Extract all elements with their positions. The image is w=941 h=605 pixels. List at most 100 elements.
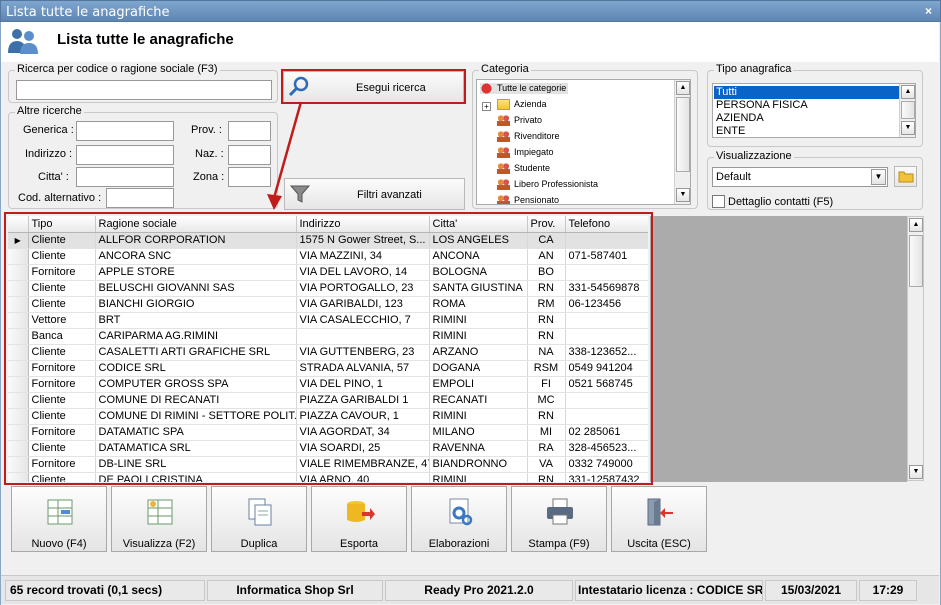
categoria-label: Categoria <box>479 63 531 75</box>
open-folder-button[interactable] <box>894 166 917 187</box>
new-record-icon <box>47 499 73 525</box>
folder-icon <box>898 171 914 183</box>
esporta-button[interactable]: Esporta <box>311 486 407 552</box>
tree-item-impiegato[interactable]: Impiegato <box>497 147 554 159</box>
scroll-thumb[interactable] <box>676 97 690 172</box>
page-header: Lista tutte le anagrafiche <box>1 22 939 62</box>
tree-item-pensionato[interactable]: Pensionato <box>497 195 560 205</box>
grid-empty-area <box>650 216 907 482</box>
naz-label: Naz. : <box>195 148 224 160</box>
people-icon <box>497 115 510 127</box>
uscita-button[interactable]: Uscita (ESC) <box>611 486 707 552</box>
scroll-up-icon[interactable]: ▲ <box>901 85 915 99</box>
nuovo-label: Nuovo (F4) <box>31 538 87 550</box>
uscita-label: Uscita (ESC) <box>627 538 691 550</box>
duplica-button[interactable]: Duplica <box>211 486 307 552</box>
scroll-down-icon[interactable]: ▼ <box>676 188 690 202</box>
elaborazioni-label: Elaborazioni <box>428 538 490 550</box>
tree-item-label: Impiegato <box>514 147 554 157</box>
people-icon <box>8 29 38 54</box>
list-item-persona-fisica[interactable]: PERSONA FISICA <box>716 99 808 111</box>
status-time: 17:29 <box>859 580 917 601</box>
visualizzazione-value: Default <box>716 171 751 183</box>
tipo-anagrafica-label: Tipo anagrafica <box>714 63 794 75</box>
citta-input[interactable] <box>76 167 174 187</box>
gears-icon <box>449 498 473 526</box>
status-company: Informatica Shop Srl <box>207 580 383 601</box>
scroll-thumb[interactable] <box>909 235 923 287</box>
window-title: Lista tutte le anagrafiche <box>6 5 170 20</box>
printer-icon <box>547 498 573 525</box>
page-title: Lista tutte le anagrafiche <box>57 31 234 48</box>
tree-item-rivenditore[interactable]: Rivenditore <box>497 131 560 143</box>
people-icon <box>497 147 510 159</box>
list-item-ente[interactable]: ENTE <box>716 125 745 137</box>
dettaglio-checkbox[interactable] <box>712 195 725 208</box>
categoria-tree[interactable]: Tutte le categorie + Azienda Privato Riv… <box>476 79 691 205</box>
search-input[interactable] <box>16 80 272 100</box>
close-icon[interactable]: × <box>925 4 932 18</box>
chevron-down-icon[interactable]: ▼ <box>871 169 886 185</box>
tree-item-label: Pensionato <box>514 195 560 205</box>
status-bar: 65 record trovati (0,1 secs) Informatica… <box>1 575 939 604</box>
grid-scrollbar[interactable]: ▲ ▼ <box>907 216 924 481</box>
tree-item-privato[interactable]: Privato <box>497 115 543 127</box>
elaborazioni-button[interactable]: Elaborazioni <box>411 486 507 552</box>
search-group-label: Ricerca per codice o ragione sociale (F3… <box>15 63 220 75</box>
categoria-scrollbar[interactable]: ▲ ▼ <box>674 80 690 204</box>
stampa-label: Stampa (F9) <box>528 538 590 550</box>
strawberry-icon <box>480 83 493 95</box>
visualizzazione-select[interactable]: Default ▼ <box>712 167 888 187</box>
visualizza-label: Visualizza (F2) <box>122 538 196 550</box>
status-license: Intestatario licenza : CODICE SRL <box>575 580 763 601</box>
search-button-highlight <box>281 69 466 104</box>
status-version: Ready Pro 2021.2.0 <box>385 580 573 601</box>
tree-item-label: Rivenditore <box>514 131 560 141</box>
scroll-thumb[interactable] <box>901 101 915 119</box>
citta-label: Citta' : <box>38 171 69 183</box>
generica-input[interactable] <box>76 121 174 141</box>
scroll-up-icon[interactable]: ▲ <box>909 218 923 232</box>
tree-item-label: Azienda <box>514 99 547 109</box>
tipo-anagrafica-list[interactable]: Tutti PERSONA FISICA AZIENDA ENTE ▲ ▼ <box>712 83 916 138</box>
folder-icon <box>497 99 510 111</box>
people-icon <box>497 131 510 143</box>
people-icon <box>497 195 510 204</box>
cod-alternativo-input[interactable] <box>106 188 174 208</box>
window-titlebar: Lista tutte le anagrafiche × <box>0 0 941 22</box>
people-icon <box>497 163 510 175</box>
filtri-avanzati-button[interactable]: Filtri avanzati <box>284 178 465 210</box>
filtri-avanzati-label: Filtri avanzati <box>357 189 422 201</box>
tree-item-studente[interactable]: Studente <box>497 163 551 175</box>
tree-item-label: Studente <box>514 163 551 173</box>
status-records: 65 record trovati (0,1 secs) <box>5 580 205 601</box>
exit-icon <box>647 498 673 526</box>
esporta-label: Esporta <box>340 538 378 550</box>
scroll-down-icon[interactable]: ▼ <box>901 121 915 135</box>
search-group: Ricerca per codice o ragione sociale (F3… <box>8 63 278 103</box>
altre-ricerche-label: Altre ricerche <box>15 105 84 117</box>
tree-item-label: Tutte le categorie <box>497 83 567 93</box>
tipo-scrollbar[interactable]: ▲ ▼ <box>899 84 915 137</box>
tree-item-libero[interactable]: Libero Professionista <box>497 179 599 191</box>
tree-item-label: Libero Professionista <box>514 179 599 189</box>
scroll-down-icon[interactable]: ▼ <box>909 465 923 479</box>
tree-item-label: Privato <box>514 115 543 125</box>
stampa-button[interactable]: Stampa (F9) <box>511 486 607 552</box>
indirizzo-label: Indirizzo : <box>25 148 73 160</box>
dettaglio-label: Dettaglio contatti (F5) <box>728 196 834 208</box>
cod-alternativo-label: Cod. alternativo : <box>18 192 102 204</box>
people-icon <box>497 179 510 191</box>
grid-highlight <box>4 212 653 485</box>
indirizzo-input[interactable] <box>76 145 174 165</box>
prov-label: Prov. : <box>191 124 222 136</box>
list-item-tutti[interactable]: Tutti <box>714 86 900 99</box>
expand-icon[interactable]: + <box>482 102 491 111</box>
scroll-up-icon[interactable]: ▲ <box>676 81 690 95</box>
tree-item-azienda[interactable]: Azienda <box>497 99 547 111</box>
nuovo-button[interactable]: Nuovo (F4) <box>11 486 107 552</box>
list-item-azienda[interactable]: AZIENDA <box>716 112 764 124</box>
visualizzazione-label: Visualizzazione <box>714 150 794 162</box>
visualizza-button[interactable]: Visualizza (F2) <box>111 486 207 552</box>
tree-item-tutte[interactable]: Tutte le categorie <box>480 83 569 95</box>
